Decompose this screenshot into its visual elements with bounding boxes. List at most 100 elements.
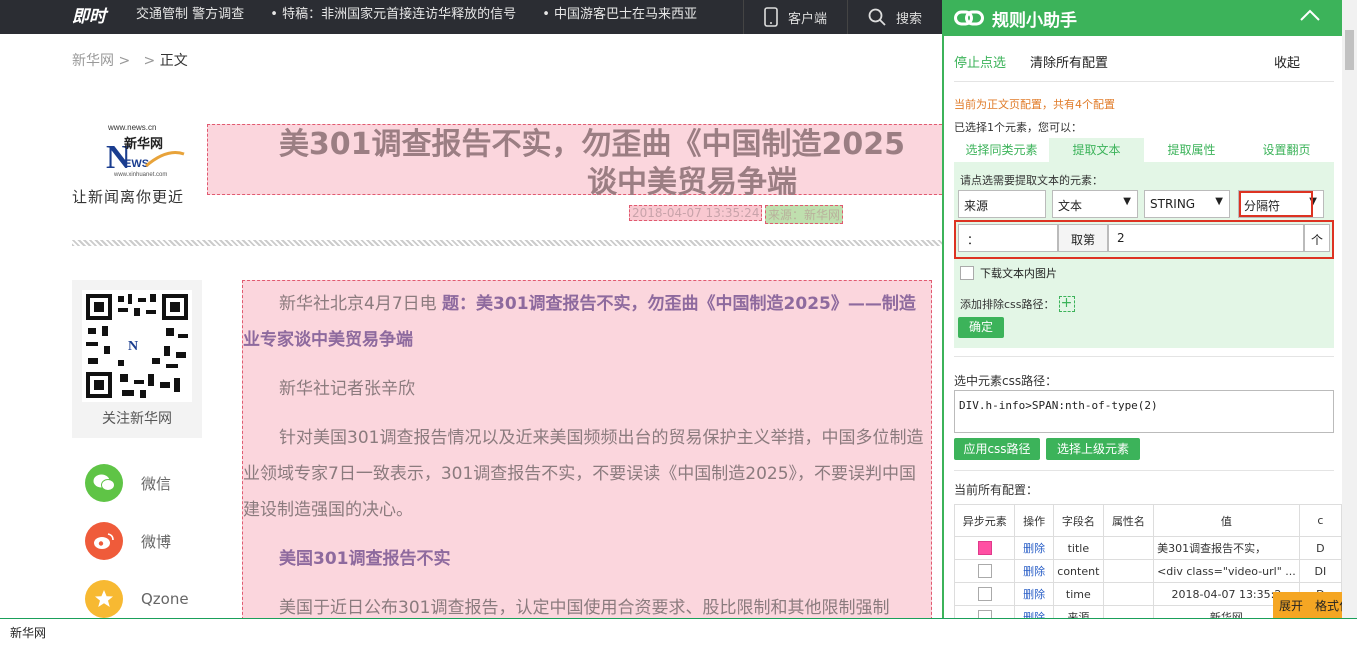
expand-button[interactable]: 展开 — [1279, 597, 1303, 614]
article-source[interactable]: 来源：新华网 — [765, 205, 844, 224]
field-cell: time — [1052, 582, 1104, 606]
delete-link[interactable]: 删除 — [1014, 582, 1054, 606]
separator-input[interactable]: ： — [958, 224, 1058, 252]
select-parent-button[interactable]: 选择上级元素 — [1046, 438, 1140, 460]
stop-select-button[interactable]: 停止点选 — [954, 52, 1006, 71]
top-nav-right: 客户端 搜索 — [742, 0, 942, 34]
share-label: Qzone — [141, 590, 189, 608]
field-cell: 来源 — [1052, 605, 1104, 618]
download-images-label: 下载文本内图片 — [980, 267, 1057, 280]
async-checkbox[interactable] — [977, 610, 992, 618]
tab-pagination[interactable]: 设置翻页 — [1239, 138, 1334, 162]
value-cell: 美301调查报告不实， — [1153, 536, 1300, 560]
extract-text-form: 请点选需要提取文本的元素： 来源 文本 ▼ STRING ▼ 分隔符 ▼ ： 取第 2… — [954, 162, 1334, 348]
async-cell[interactable] — [953, 605, 1016, 618]
share-qzone[interactable]: Qzone — [85, 580, 189, 618]
field-name-input[interactable]: 来源 — [958, 190, 1046, 218]
rule-assistant-panel: 规则小助手 停止点选 清除所有配置 收起 当前为正文页配置，共有4个配置 已选择… — [942, 0, 1342, 618]
extra-cell: DI — [1298, 559, 1342, 583]
chevron-up-icon[interactable] — [1298, 4, 1322, 28]
col-extra: c — [1298, 504, 1342, 537]
search-icon — [868, 8, 886, 26]
panel-header: 规则小助手 — [944, 0, 1342, 36]
collapse-button[interactable]: 收起 — [1274, 52, 1300, 71]
async-checkbox[interactable] — [977, 564, 992, 578]
clear-all-button[interactable]: 清除所有配置 — [1030, 52, 1108, 71]
attr-cell — [1102, 582, 1155, 606]
tab-select-similar[interactable]: 选择同类元素 — [954, 138, 1049, 162]
link-icon — [954, 10, 984, 26]
instant-news-logo[interactable]: 即时 — [72, 2, 106, 27]
confirm-button[interactable]: 确定 — [958, 317, 1004, 338]
add-exclude-css-button[interactable]: + — [1058, 296, 1075, 312]
async-cell[interactable] — [953, 582, 1016, 606]
divider — [954, 356, 1334, 357]
tab-extract-attr[interactable]: 提取属性 — [1144, 138, 1239, 162]
qr-label: 关注新华网 — [102, 411, 172, 427]
field-cell: content — [1052, 559, 1104, 583]
panel-actions: 停止点选 清除所有配置 收起 — [954, 52, 1334, 82]
lead-prefix: 新华社北京4月7日电 — [279, 294, 443, 314]
type-select-value: 文本 — [1058, 199, 1083, 213]
format-select[interactable]: STRING ▼ — [1144, 190, 1230, 218]
client-link[interactable]: 客户端 — [744, 7, 847, 27]
exclude-css-row: 添加排除css路径： + — [960, 296, 1075, 312]
ticker-item[interactable]: 交通管制 警方调查 — [136, 7, 244, 22]
logo-site: www.news.cn — [107, 123, 156, 132]
qr-card: N 关注新华网 — [72, 280, 202, 438]
delete-link[interactable]: 删除 — [1014, 536, 1054, 560]
async-checkbox[interactable] — [977, 587, 992, 601]
subheading: 美国301调查报告不实 — [279, 549, 451, 569]
download-images-checkbox[interactable] — [960, 266, 974, 280]
col-field: 字段名 — [1052, 504, 1104, 537]
form-hint: 请点选需要提取文本的元素： — [960, 174, 1103, 187]
breadcrumb-home[interactable]: 新华网 > — [72, 53, 130, 69]
share-weibo[interactable]: 微博 — [85, 522, 171, 560]
search-label: 搜索 — [895, 11, 922, 27]
article-body[interactable]: 新华社北京4月7日电 题：美301调查报告不实，勿歪曲《中国制造2025》——制… — [242, 280, 932, 630]
ticker-item[interactable]: • 中国游客巴士在马来西亚 — [542, 7, 697, 22]
css-path-textarea[interactable]: DIV.h-info>SPAN:nth-of-type(2) — [954, 390, 1334, 433]
ticker-item[interactable]: • 特稿：非洲国家元首接连访华释放的信号 — [270, 7, 516, 22]
type-select[interactable]: 文本 ▼ — [1052, 190, 1138, 218]
index-stepper[interactable]: 个 — [1304, 224, 1330, 252]
article-date[interactable]: 2018-04-07 13:35:24 — [629, 205, 763, 221]
delete-link[interactable]: 删除 — [1014, 605, 1054, 618]
page-scrollbar[interactable] — [1342, 0, 1357, 618]
async-cell[interactable] — [953, 559, 1016, 583]
divider — [954, 470, 1334, 471]
xinhua-logo[interactable]: www.news.cn N 新华网 EWS www.xinhuanet.com … — [72, 118, 202, 208]
logo-domain: www.xinhuanet.com — [113, 172, 167, 178]
tab-extract-text[interactable]: 提取文本 — [1049, 138, 1144, 162]
breadcrumb-sep: > — [143, 53, 156, 69]
attr-cell — [1102, 559, 1155, 583]
css-path-label: 选中元素css路径： — [954, 374, 1058, 388]
share-label: 微博 — [141, 532, 172, 551]
qr-code-icon: N — [82, 290, 192, 402]
col-op: 操作 — [1014, 504, 1054, 537]
top-nav-bar: 即时 交通管制 警方调查 • 特稿：非洲国家元首接连访华释放的信号 • 中国游客… — [0, 0, 942, 34]
paragraph: 针对美国301调查报告情况以及近来美国频频出台的贸易保护主义举措，中国多位制造业… — [243, 428, 924, 520]
qzone-icon — [85, 580, 123, 618]
attr-cell — [1102, 536, 1155, 560]
all-configs-label: 当前所有配置： — [954, 483, 1039, 497]
async-cell[interactable] — [953, 536, 1016, 560]
apply-css-button[interactable]: 应用css路径 — [954, 438, 1040, 460]
share-wechat[interactable]: 微信 — [85, 464, 171, 502]
wechat-icon — [85, 464, 123, 502]
table-row: 删除 title 美301调查报告不实， D — [953, 536, 1342, 560]
scrollbar-thumb[interactable] — [1345, 30, 1354, 70]
delete-link[interactable]: 删除 — [1014, 559, 1054, 583]
caret-down-icon: ▼ — [1123, 196, 1131, 207]
async-checkbox[interactable] — [977, 541, 992, 555]
table-row: 删除 content <div class="video-url" ... DI — [953, 559, 1342, 583]
reporter-line: 新华社记者张辛欣 — [279, 379, 415, 399]
article-title[interactable]: 美301调查报告不实，勿歪曲《中国制造2025 谈中美贸易争端 — [232, 126, 952, 202]
col-value: 值 — [1153, 504, 1300, 537]
index-input[interactable]: 2 — [1108, 224, 1304, 252]
panel-tabs: 选择同类元素 提取文本 提取属性 设置翻页 — [954, 138, 1334, 162]
title-line-2: 谈中美贸易争端 — [587, 165, 797, 200]
value-cell: <div class="video-url" ... — [1153, 559, 1300, 583]
download-images-option[interactable]: 下载文本内图片 — [960, 265, 1057, 281]
search-link[interactable]: 搜索 — [848, 8, 942, 27]
